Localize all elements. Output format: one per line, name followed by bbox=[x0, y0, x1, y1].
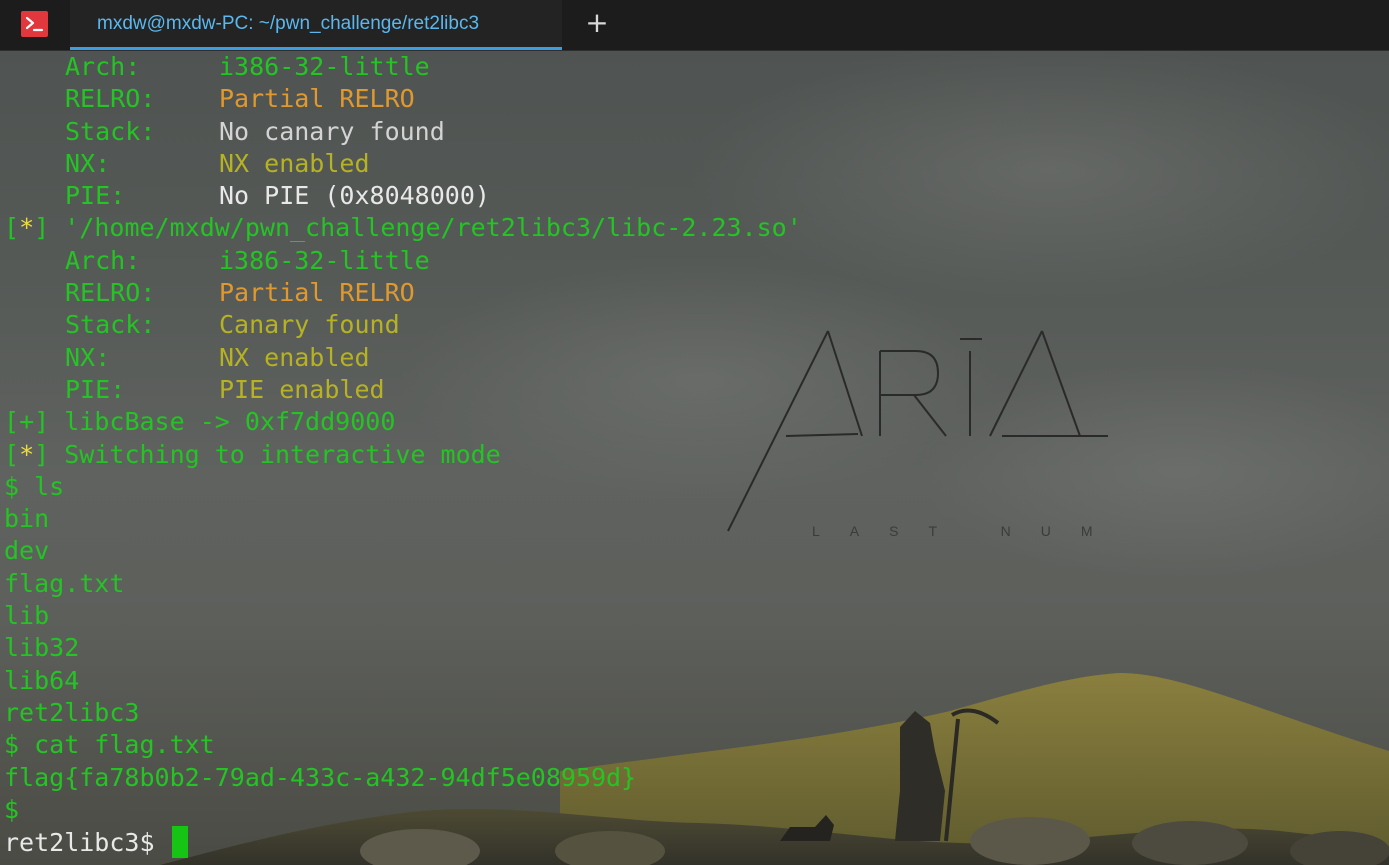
terminal-line: Stack: No canary found bbox=[4, 116, 1384, 148]
terminal-line: ret2libc3 bbox=[4, 697, 1384, 729]
output-text: $ bbox=[4, 794, 20, 824]
terminal-line: $ ls bbox=[4, 471, 1384, 503]
marker-symbol: * bbox=[19, 439, 35, 469]
marker-bracket-close: ] bbox=[34, 213, 50, 243]
checksec-value: No PIE (0x8048000) bbox=[219, 181, 490, 211]
terminal-line: Stack: Canary found bbox=[4, 309, 1384, 341]
terminal-line: Arch: i386-32-little bbox=[4, 51, 1384, 83]
plus-icon[interactable]: + bbox=[583, 8, 611, 38]
terminal-line: dev bbox=[4, 535, 1384, 567]
checksec-key: Stack: bbox=[65, 116, 156, 146]
checksec-value: NX enabled bbox=[219, 148, 370, 178]
output-text: dev bbox=[4, 536, 50, 566]
output-text: lib32 bbox=[4, 633, 80, 663]
marker-symbol: * bbox=[19, 213, 35, 243]
output-text: flag.txt bbox=[4, 568, 125, 598]
marker-bracket-close: ] bbox=[34, 439, 50, 469]
text-cursor bbox=[171, 826, 188, 859]
marker-text: '/home/mxdw/pwn_challenge/ret2libc3/libc… bbox=[49, 213, 802, 243]
terminal-line: NX: NX enabled bbox=[4, 148, 1384, 180]
output-text: ret2libc3 bbox=[4, 697, 140, 727]
checksec-key: RELRO: bbox=[65, 84, 156, 114]
prompt-line[interactable]: ret2libc3$ bbox=[4, 826, 1384, 859]
checksec-key: RELRO: bbox=[65, 278, 156, 308]
checksec-key: NX: bbox=[65, 148, 111, 178]
marker-bracket-close: ] bbox=[34, 407, 50, 437]
output-text: lib bbox=[4, 601, 50, 631]
checksec-value: Partial RELRO bbox=[219, 278, 415, 308]
checksec-key: NX: bbox=[65, 342, 111, 372]
tab-active[interactable]: mxdw@mxdw-PC: ~/pwn_challenge/ret2libc3 bbox=[70, 0, 562, 50]
marker-symbol: + bbox=[19, 407, 35, 437]
checksec-key: Arch: bbox=[65, 52, 141, 81]
terminal-line: flag.txt bbox=[4, 568, 1384, 600]
terminal-line: RELRO: Partial RELRO bbox=[4, 277, 1384, 309]
tab-bar: mxdw@mxdw-PC: ~/pwn_challenge/ret2libc3 … bbox=[0, 0, 1389, 51]
checksec-value: NX enabled bbox=[219, 342, 370, 372]
terminal-window: mxdw@mxdw-PC: ~/pwn_challenge/ret2libc3 … bbox=[0, 0, 1389, 865]
terminal-line: NX: NX enabled bbox=[4, 342, 1384, 374]
terminal-line: bin bbox=[4, 503, 1384, 535]
marker-text: Switching to interactive mode bbox=[49, 439, 501, 469]
terminal-line: [*] '/home/mxdw/pwn_challenge/ret2libc3/… bbox=[4, 212, 1384, 244]
marker-text: libcBase -> 0xf7dd9000 bbox=[49, 407, 396, 437]
output-text: lib64 bbox=[4, 665, 80, 695]
checksec-key: PIE: bbox=[65, 374, 126, 404]
checksec-key: Stack: bbox=[65, 310, 156, 340]
terminal-lines: Arch: i386-32-little RELRO: Partial RELRO St… bbox=[4, 51, 1384, 859]
checksec-key: PIE: bbox=[65, 181, 126, 211]
output-text: flag{fa78b0b2-79ad-433c-a432-94df5e08959… bbox=[4, 762, 637, 792]
terminal-line: lib64 bbox=[4, 665, 1384, 697]
terminal-line: Arch: i386-32-little bbox=[4, 245, 1384, 277]
checksec-value: Canary found bbox=[219, 310, 400, 340]
marker-bracket-open: [ bbox=[4, 439, 20, 469]
checksec-key: Arch: bbox=[65, 245, 141, 275]
terminal-line: $ cat flag.txt bbox=[4, 729, 1384, 761]
shell-prompt: ret2libc3$ bbox=[4, 828, 170, 858]
terminal-line: flag{fa78b0b2-79ad-433c-a432-94df5e08959… bbox=[4, 762, 1384, 794]
checksec-value: PIE enabled bbox=[219, 374, 385, 404]
checksec-value: Partial RELRO bbox=[219, 84, 415, 114]
terminal-line: lib32 bbox=[4, 632, 1384, 664]
checksec-value: No canary found bbox=[219, 116, 445, 146]
terminal-line: PIE: PIE enabled bbox=[4, 374, 1384, 406]
terminal-line: $ bbox=[4, 794, 1384, 826]
terminal-app-icon[interactable] bbox=[21, 11, 48, 37]
terminal-line: PIE: No PIE (0x8048000) bbox=[4, 180, 1384, 212]
tab-active-indicator bbox=[70, 47, 562, 50]
output-text: bin bbox=[4, 504, 50, 534]
tab-title: mxdw@mxdw-PC: ~/pwn_challenge/ret2libc3 bbox=[97, 13, 480, 34]
terminal-line: [*] Switching to interactive mode bbox=[4, 439, 1384, 471]
output-text: $ cat flag.txt bbox=[4, 730, 215, 760]
output-text: $ ls bbox=[4, 471, 65, 501]
terminal-line: [+] libcBase -> 0xf7dd9000 bbox=[4, 406, 1384, 438]
checksec-value: i386-32-little bbox=[219, 52, 430, 81]
terminal-output-area[interactable]: LAST NUMBER Arch:i386-32-littleRELRO:Par… bbox=[0, 51, 1389, 865]
terminal-line: RELRO: Partial RELRO bbox=[4, 83, 1384, 115]
marker-bracket-open: [ bbox=[4, 407, 20, 437]
checksec-value: i386-32-little bbox=[219, 245, 430, 275]
marker-bracket-open: [ bbox=[4, 213, 20, 243]
terminal-line: lib bbox=[4, 600, 1384, 632]
